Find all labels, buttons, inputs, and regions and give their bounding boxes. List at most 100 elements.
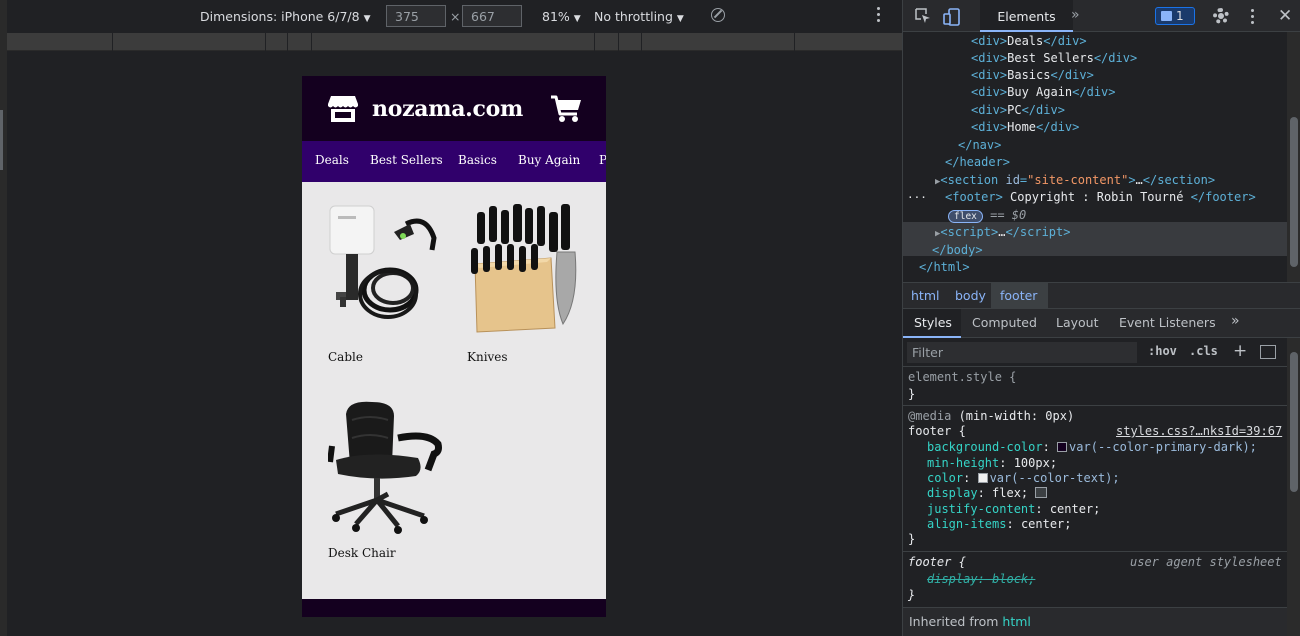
ua-footer-selector[interactable]: footer { <box>908 554 966 570</box>
product-card-knives[interactable]: Knives <box>467 204 591 364</box>
nav-item-best-sellers[interactable]: Best Sellers <box>370 153 443 167</box>
scrollbar-thumb[interactable] <box>1290 352 1298 492</box>
ruler-segment[interactable] <box>642 33 795 51</box>
issues-count: 1 <box>1176 9 1184 23</box>
chevron-down-icon: ▼ <box>676 14 684 24</box>
kebab-icon[interactable] <box>877 7 881 25</box>
width-input[interactable]: 375 <box>386 5 446 27</box>
scrollbar-thumb[interactable] <box>1290 117 1298 267</box>
dom-node-section[interactable]: ▶<section id="site-content">…</section> <box>935 172 1215 189</box>
footer-selector[interactable]: footer { <box>908 423 966 439</box>
product-card-desk-chair[interactable]: Desk Chair <box>327 400 452 560</box>
left-resize-edge[interactable] <box>0 0 7 636</box>
ruler-segment[interactable] <box>795 33 902 51</box>
close-devtools-icon[interactable]: ✕ <box>1278 6 1292 26</box>
product-label-desk-chair[interactable]: Desk Chair <box>328 546 396 560</box>
nav-item-basics[interactable]: Basics <box>458 153 497 167</box>
ruler-segment[interactable] <box>595 33 619 51</box>
tab-styles[interactable]: Styles <box>903 309 961 338</box>
dom-node[interactable]: <div>Buy Again</div> <box>971 84 1116 101</box>
breadcrumb-body[interactable]: body <box>955 288 986 303</box>
device-toggle-icon[interactable] <box>943 8 961 26</box>
more-tabs-icon[interactable]: » <box>1071 7 1080 23</box>
inherited-html-link[interactable]: html <box>1002 614 1030 629</box>
more-sub-tabs-icon[interactable]: » <box>1231 313 1240 329</box>
styles-scrollbar[interactable] <box>1287 338 1300 636</box>
new-style-rule-icon[interactable]: + <box>1233 341 1247 361</box>
class-toggle[interactable]: .cls <box>1189 344 1218 358</box>
devtools-menu-icon[interactable] <box>1251 9 1254 27</box>
resize-grip[interactable] <box>0 110 3 170</box>
inherited-from-section: Inherited from html <box>903 607 1287 636</box>
breadcrumb: html body footer <box>903 282 1300 309</box>
product-image-cable[interactable] <box>328 204 452 338</box>
ruler-segment[interactable] <box>312 33 595 51</box>
nav-item-buy-again[interactable]: Buy Again <box>518 153 580 167</box>
throttling-dropdown[interactable]: No throttling ▼ <box>594 9 684 24</box>
site-content: Cable Knives Desk Chair <box>302 182 606 599</box>
flexbox-editor-icon[interactable] <box>1035 487 1048 498</box>
nav-item-deals[interactable]: Deals <box>315 153 349 167</box>
styles-filter-input[interactable]: Filter <box>907 342 1137 363</box>
product-image-desk-chair[interactable] <box>327 400 452 534</box>
ruler-segment[interactable] <box>288 33 312 51</box>
dom-node[interactable]: <div>PC</div> <box>971 102 1065 119</box>
divider <box>903 551 1287 552</box>
device-dimensions-dropdown[interactable]: Dimensions: iPhone 6/7/8 ▼ <box>200 9 371 24</box>
stylesheet-source-link[interactable]: styles.css?…nksId=39:67 <box>1116 423 1282 439</box>
breadcrumb-html[interactable]: html <box>911 288 939 303</box>
zoom-dropdown[interactable]: 81% ▼ <box>542 9 581 24</box>
tab-elements[interactable]: Elements <box>980 0 1073 32</box>
css-property-color[interactable]: color: var(--color-text); <box>927 470 1120 486</box>
product-image-knives[interactable] <box>467 204 591 338</box>
tab-computed[interactable]: Computed <box>972 315 1037 330</box>
cart-icon[interactable] <box>550 95 582 123</box>
dom-node[interactable]: <div>Deals</div> <box>971 33 1087 50</box>
css-property-display[interactable]: display: flex; <box>927 485 1049 501</box>
site-brand[interactable]: nozama.com <box>372 96 523 122</box>
breadcrumb-footer[interactable]: footer <box>1000 288 1037 303</box>
ruler-segment[interactable] <box>113 33 266 51</box>
rotate-icon[interactable] <box>711 8 725 22</box>
user-agent-stylesheet-label: user agent stylesheet <box>1130 555 1282 569</box>
hover-state-toggle[interactable]: :hov <box>1148 344 1177 358</box>
dom-node[interactable]: </html> <box>919 259 970 276</box>
product-label-cable[interactable]: Cable <box>328 350 363 364</box>
dom-tree-scrollbar[interactable] <box>1287 32 1300 282</box>
dom-node-footer[interactable]: <footer> Copyright : Robin Tourné </foot… <box>945 189 1256 206</box>
node-actions-icon[interactable]: ··· <box>907 189 927 206</box>
css-property-min-height[interactable]: min-height: 100px; <box>927 455 1057 471</box>
color-swatch-icon[interactable] <box>977 473 988 483</box>
product-card-cable[interactable]: Cable <box>328 204 452 364</box>
dom-node[interactable]: <div>Home</div> <box>971 119 1079 136</box>
divider <box>903 405 1287 406</box>
issues-badge[interactable]: 1 <box>1155 7 1195 25</box>
css-property-background-color[interactable]: background-color: var(--color-primary-da… <box>927 439 1257 455</box>
dom-node[interactable]: </body> <box>932 242 983 259</box>
element-style-selector[interactable]: element.style { <box>908 369 1016 385</box>
height-input[interactable]: 667 <box>462 5 522 27</box>
ruler-segment[interactable] <box>7 33 113 51</box>
product-label-knives[interactable]: Knives <box>467 350 508 364</box>
dom-node[interactable]: <div>Basics</div> <box>971 67 1094 84</box>
dom-node-script[interactable]: ▶<script>…</script> <box>935 224 1070 241</box>
store-icon[interactable] <box>328 95 358 122</box>
dom-node[interactable]: <div>Best Sellers</div> <box>971 50 1137 67</box>
tab-event-listeners[interactable]: Event Listeners <box>1119 315 1216 330</box>
inspect-element-icon[interactable] <box>915 8 931 24</box>
dom-node[interactable]: </nav> <box>958 137 1001 154</box>
flex-badge[interactable]: flex <box>948 210 983 223</box>
color-swatch-icon[interactable] <box>1057 442 1068 452</box>
dom-node[interactable]: </header> <box>945 154 1010 171</box>
ruler-segment[interactable] <box>266 33 288 51</box>
ua-property-display: display: block; <box>927 572 1036 586</box>
nav-item-pc[interactable]: PC <box>599 153 606 167</box>
settings-gear-icon[interactable] <box>1213 8 1229 24</box>
css-property-align-items[interactable]: align-items: center; <box>927 516 1072 532</box>
css-property-justify-content[interactable]: justify-content: center; <box>927 501 1100 517</box>
toggle-sidebar-icon[interactable] <box>1260 345 1276 359</box>
tab-layout[interactable]: Layout <box>1056 315 1099 330</box>
devtools-top-bar: Elements » 1 ✕ <box>903 0 1300 32</box>
ruler-segment[interactable] <box>619 33 642 51</box>
close-brace: } <box>908 387 916 401</box>
